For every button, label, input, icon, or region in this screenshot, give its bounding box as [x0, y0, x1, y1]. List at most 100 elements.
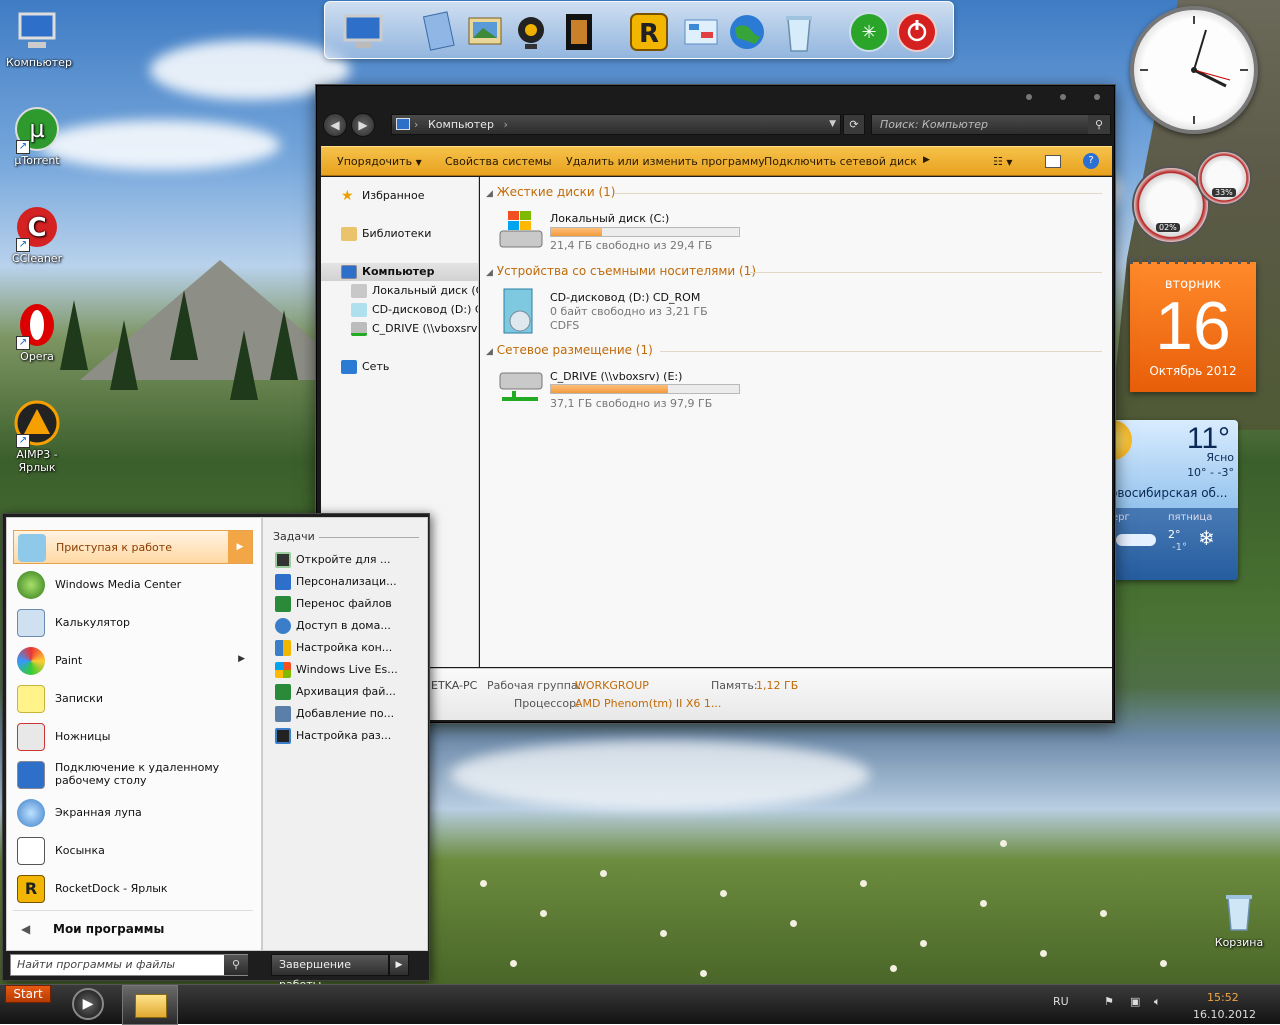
dock-pictures-icon[interactable] — [463, 10, 507, 54]
dock-network-icon[interactable] — [725, 10, 769, 54]
uninstall-program-button[interactable]: Удалить или изменить программу — [566, 155, 765, 168]
minimize-button[interactable] — [1026, 94, 1032, 100]
task-item[interactable]: Настройка раз... — [275, 728, 391, 744]
desktop-icon-opera[interactable]: ↗ Opera — [6, 302, 68, 363]
breadcrumb[interactable]: Компьютер — [428, 118, 494, 131]
clock-gadget[interactable] — [1130, 6, 1258, 134]
dock-computer-icon[interactable] — [341, 10, 385, 54]
flag-icon[interactable]: ⚑ — [1104, 995, 1114, 1008]
task-item[interactable]: Windows Live Es... — [275, 662, 398, 678]
drive-item-e[interactable]: C_DRIVE (\\vboxsrv) (E:) — [550, 370, 682, 383]
nav-favorites[interactable]: ★ Избранное — [341, 189, 424, 203]
clock-date[interactable]: 16.10.2012 — [1193, 1008, 1256, 1021]
desktop-icon-computer[interactable]: Компьютер — [6, 8, 72, 69]
dock-rocketdock-icon[interactable]: R — [627, 10, 671, 54]
organize-button[interactable]: Упорядочить ▼ — [337, 155, 422, 168]
forward-button[interactable]: ▶ — [351, 113, 375, 137]
language-indicator[interactable]: RU — [1053, 995, 1069, 1008]
nav-cd-drive[interactable]: CD-дисковод (D:) CD — [351, 303, 478, 317]
start-item-sticky-notes[interactable]: Записки — [13, 682, 253, 716]
tree — [270, 310, 298, 380]
explorer-window[interactable]: ◀ ▶ › Компьютер › ▼ ⟳ Поиск: Компьютер ⚲… — [316, 85, 1115, 723]
nav-libraries[interactable]: Библиотеки — [341, 227, 431, 241]
volume-icon[interactable]: 🔈︎ — [1154, 995, 1161, 1009]
weather-forecast: ерг пятница 2° -1° ❄ — [1112, 508, 1238, 580]
start-search-input[interactable]: Найти программы и файлы — [10, 954, 248, 976]
task-item[interactable]: Настройка кон... — [275, 640, 392, 656]
task-item[interactable]: Доступ в дома... — [275, 618, 391, 634]
desktop-icon-recycle-bin[interactable]: Корзина — [1208, 888, 1270, 949]
start-item-magnifier[interactable]: Экранная лупа — [13, 796, 253, 830]
drive-item-d[interactable]: CD-дисковод (D:) CD_ROM — [550, 291, 700, 304]
search-icon[interactable]: ⚲ — [224, 955, 248, 975]
dock-webcam-icon[interactable] — [509, 10, 553, 54]
taskbar-explorer-button[interactable] — [122, 985, 178, 1025]
dock-recycle-bin-icon[interactable] — [777, 10, 821, 54]
network-icon[interactable]: ▣ — [1130, 995, 1140, 1008]
start-item-rocketdock[interactable]: R RocketDock - Ярлык — [13, 872, 253, 906]
dock-control-panel-icon[interactable] — [679, 10, 723, 54]
more-commands-icon[interactable]: ▶ — [923, 155, 930, 165]
desktop-icon-utorrent[interactable]: µ ↗ µTorrent — [6, 106, 68, 167]
calendar-rings — [1130, 256, 1256, 264]
start-item-solitaire[interactable]: Косынка — [13, 834, 253, 868]
system-properties-button[interactable]: Свойства системы — [445, 155, 552, 168]
help-icon[interactable]: ? — [1083, 153, 1099, 169]
dock-video-icon[interactable] — [557, 10, 601, 54]
task-item[interactable]: Персонализаци... — [275, 574, 397, 590]
task-item[interactable]: Добавление по... — [275, 706, 394, 722]
start-item-snipping-tool[interactable]: Ножницы — [13, 720, 253, 754]
back-button[interactable]: ◀ — [323, 113, 347, 137]
nav-network[interactable]: Сеть — [341, 360, 389, 374]
group-header-removable[interactable]: ◢ Устройства со съемными носителями (1) — [486, 264, 756, 278]
close-button[interactable] — [1094, 94, 1100, 100]
submenu-arrow-icon[interactable]: ▶ — [238, 654, 245, 664]
task-item[interactable]: Архивация фай... — [275, 684, 396, 700]
cd-drive-icon — [498, 287, 544, 338]
start-item-getting-started[interactable]: Приступая к работе ▶ — [13, 530, 253, 564]
nav-network-drive[interactable]: C_DRIVE (\\vboxsrv) ( — [351, 322, 478, 336]
dock-restart-icon[interactable]: ✳ — [847, 10, 891, 54]
desktop-icon-aimp[interactable]: ↗ AIMP3 - Ярлык — [6, 400, 68, 474]
start-item-remote-desktop[interactable]: Подключение к удаленному рабочему столу — [13, 758, 253, 792]
maximize-button[interactable] — [1060, 94, 1066, 100]
address-bar[interactable]: › Компьютер › ▼ — [391, 114, 841, 135]
submenu-arrow-icon[interactable]: ▶ — [228, 531, 252, 563]
drive-item-c[interactable]: Локальный диск (C:) — [550, 212, 669, 225]
start-item-media-center[interactable]: Windows Media Center — [13, 568, 253, 602]
group-header-hard-disks[interactable]: ◢ Жесткие диски (1) — [486, 185, 615, 199]
shutdown-options-icon[interactable]: ▶ — [389, 954, 409, 976]
calendar-gadget[interactable]: вторник 16 Октябрь 2012 — [1130, 256, 1256, 392]
all-programs-button[interactable]: Мои программы — [53, 922, 164, 936]
ram-meter-gadget[interactable]: 33% — [1196, 150, 1252, 206]
start-item-calculator[interactable]: Калькулятор — [13, 606, 253, 640]
svg-text:R: R — [639, 19, 659, 49]
search-icon[interactable]: ⚲ — [1088, 115, 1110, 134]
nav-computer[interactable]: Компьютер — [341, 265, 435, 279]
drive-e-usage-bar — [550, 384, 740, 394]
weather-gadget[interactable]: 11° Ясно 10° - -3° овосибирская об... ер… — [1112, 420, 1238, 580]
group-header-network[interactable]: ◢ Сетевое размещение (1) — [486, 343, 653, 357]
search-input[interactable]: Поиск: Компьютер ⚲ — [871, 114, 1111, 135]
desktop-icon-ccleaner[interactable]: C ↗ CCleaner — [6, 204, 68, 265]
dock-documents-icon[interactable] — [417, 10, 461, 54]
address-dropdown-icon[interactable]: ▼ — [829, 115, 836, 134]
usage-fill — [551, 228, 602, 236]
ccleaner-icon: C ↗ — [14, 204, 60, 252]
task-item[interactable]: Перенос файлов — [275, 596, 392, 612]
display-icon — [275, 728, 291, 744]
task-item[interactable]: Откройте для ... — [275, 552, 390, 568]
cards-icon — [17, 837, 45, 865]
recycle-bin-icon — [1216, 888, 1262, 934]
dock-shutdown-icon[interactable] — [895, 10, 939, 54]
shutdown-button[interactable]: Завершение работы — [271, 954, 389, 991]
preview-pane-icon[interactable] — [1045, 155, 1061, 168]
refresh-button[interactable]: ⟳ — [843, 114, 865, 135]
clock-time[interactable]: 15:52 — [1207, 991, 1239, 1004]
map-network-drive-button[interactable]: Подключить сетевой диск — [764, 155, 917, 168]
media-player-icon[interactable]: ▶ — [72, 988, 104, 1020]
nav-local-disk[interactable]: Локальный диск (C:) — [351, 284, 478, 298]
start-item-paint[interactable]: Paint ▶ — [13, 644, 253, 678]
start-button[interactable]: Start — [5, 985, 51, 1003]
view-options-icon[interactable]: ☷ ▼ — [993, 155, 1013, 168]
